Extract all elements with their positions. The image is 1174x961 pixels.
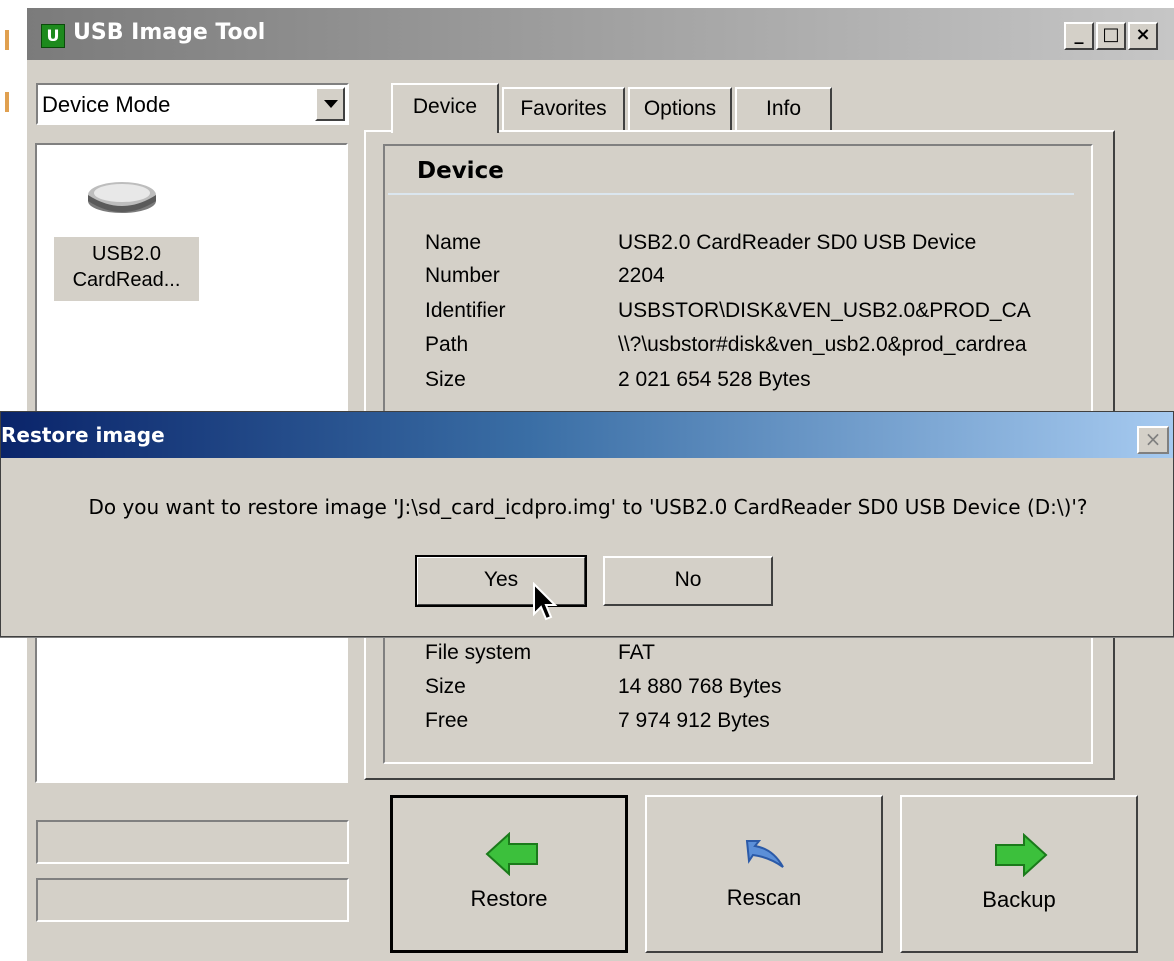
restore-dialog: Restore image × Do you want to restore i… bbox=[0, 411, 1174, 637]
tab-favorites[interactable]: Favorites bbox=[502, 87, 625, 131]
backup-button[interactable]: Backup bbox=[900, 795, 1138, 953]
prop-key: Size bbox=[425, 368, 466, 391]
mouse-cursor-icon bbox=[533, 582, 558, 621]
prop-value: USB2.0 CardReader SD0 USB Device bbox=[618, 231, 977, 254]
dialog-title-bar[interactable]: Restore image × bbox=[1, 412, 1173, 458]
prop-value-clip: USB2.0 CardReader SD0 USB Device bbox=[592, 231, 1088, 261]
prop-value: 14 880 768 Bytes bbox=[618, 675, 782, 698]
prop-value-clip: \\?\usbstor#disk&ven_usb2.0&prod_cardrea bbox=[592, 333, 1088, 363]
prop-value-clip: USBSTOR\DISK&VEN_USB2.0&PROD_CA bbox=[592, 299, 1088, 329]
status-field bbox=[36, 820, 349, 864]
section-title: Device bbox=[417, 158, 504, 184]
prop-value: \\?\usbstor#disk&ven_usb2.0&prod_cardrea bbox=[618, 333, 1027, 356]
prop-key: Identifier bbox=[425, 299, 506, 322]
restore-label: Restore bbox=[470, 886, 548, 911]
tab-device[interactable]: Device bbox=[391, 83, 499, 133]
section-divider bbox=[388, 193, 1074, 195]
arrow-right-icon bbox=[995, 833, 1048, 877]
edge-mark bbox=[5, 92, 9, 112]
prop-value: USBSTOR\DISK&VEN_USB2.0&PROD_CA bbox=[618, 299, 1031, 322]
prop-value: 2204 bbox=[618, 264, 665, 287]
prop-value: 7 974 912 Bytes bbox=[618, 709, 770, 732]
title-bar[interactable]: U USB Image Tool _ □ × bbox=[27, 8, 1174, 60]
restore-button[interactable]: Restore bbox=[390, 795, 628, 953]
prop-value-clip: 2204 bbox=[592, 264, 1088, 294]
prop-key: Size bbox=[425, 675, 466, 698]
dialog-close-button[interactable]: × bbox=[1137, 426, 1169, 454]
prop-key: Number bbox=[425, 264, 500, 287]
dialog-title: Restore image bbox=[1, 423, 165, 447]
edge-mark bbox=[5, 30, 9, 50]
maximize-button[interactable]: □ bbox=[1096, 22, 1126, 50]
prop-key: Path bbox=[425, 333, 469, 356]
chevron-down-icon[interactable] bbox=[315, 87, 345, 121]
usb-drive-icon bbox=[88, 182, 156, 213]
no-button[interactable]: No bbox=[603, 556, 773, 606]
dialog-message: Do you want to restore image 'J:\sd_card… bbox=[88, 495, 1088, 519]
backup-label: Backup bbox=[982, 887, 1056, 912]
prop-value: 2 021 654 528 Bytes bbox=[618, 368, 811, 391]
prop-key: Name bbox=[425, 231, 482, 254]
minimize-button[interactable]: _ bbox=[1064, 22, 1094, 50]
yes-button[interactable]: Yes bbox=[415, 555, 587, 607]
rescan-button[interactable]: Rescan bbox=[645, 795, 883, 953]
prop-value: FAT bbox=[618, 641, 655, 664]
prop-value-clip: 2 021 654 528 Bytes bbox=[592, 368, 1088, 398]
prop-key: Free bbox=[425, 709, 469, 732]
window-title: USB Image Tool bbox=[73, 20, 266, 45]
rescan-label: Rescan bbox=[726, 885, 802, 910]
mode-select[interactable]: Device Mode bbox=[36, 83, 349, 125]
tab-info[interactable]: Info bbox=[735, 87, 832, 131]
progress-field bbox=[36, 878, 349, 922]
list-item[interactable]: USB2.0 CardRead... bbox=[54, 237, 199, 301]
rescan-icon bbox=[745, 840, 784, 868]
tab-options[interactable]: Options bbox=[628, 87, 732, 131]
arrow-left-icon bbox=[485, 832, 538, 876]
app-icon: U bbox=[41, 24, 65, 48]
mode-select-value: Device Mode bbox=[42, 92, 171, 117]
close-button[interactable]: × bbox=[1128, 22, 1158, 50]
prop-key: File system bbox=[425, 641, 532, 664]
